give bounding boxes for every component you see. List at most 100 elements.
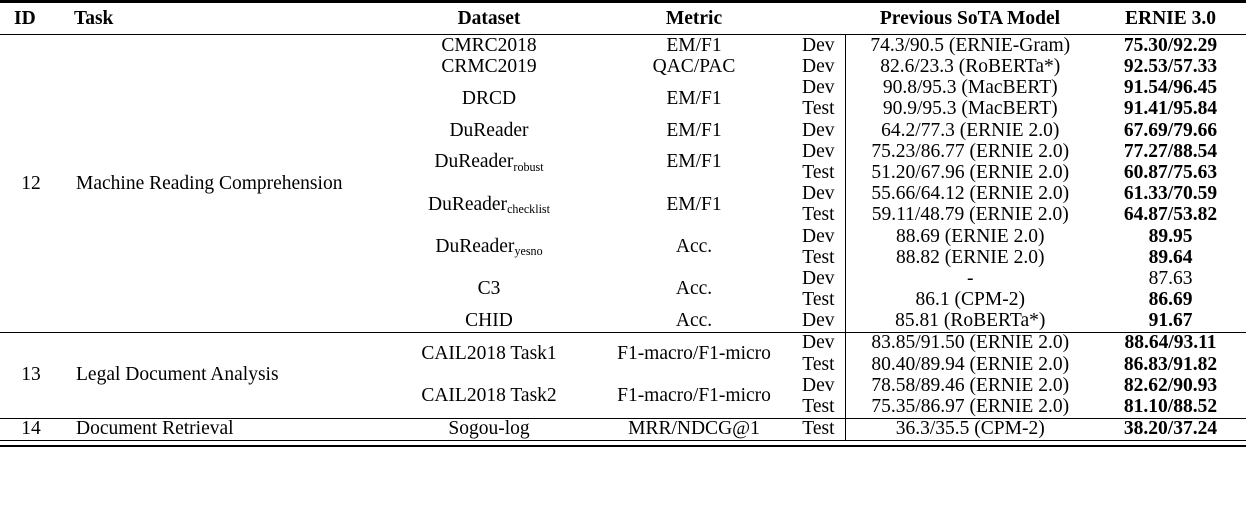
- cell-ernie-score: 81.10/88.52: [1123, 396, 1218, 418]
- cell-split: Dev: [802, 268, 835, 289]
- dataset-name: CMRC2018: [441, 34, 537, 56]
- cell-previous-sota: 78.58/89.46 (ERNIE 2.0): [844, 375, 1095, 397]
- cell-metric: Acc.: [675, 278, 713, 300]
- cell-metric: EM/F1: [666, 34, 722, 56]
- dataset-name: Sogou-log: [448, 418, 530, 440]
- cell-split: Test: [802, 396, 835, 418]
- cell-task-id: 12: [21, 172, 41, 194]
- cell-ernie-score: 86.69: [1148, 289, 1193, 311]
- dataset-name: DuReader: [428, 193, 508, 215]
- cell-ernie-score: 61.33/70.59: [1123, 183, 1218, 205]
- cell-metric: MRR/NDCG@1: [598, 417, 790, 441]
- cell-previous-sota: 82.6/23.3 (RoBERTa*): [844, 56, 1095, 78]
- cell-split: Test: [802, 289, 835, 311]
- dataset-name: DRCD: [461, 87, 517, 109]
- cell-ernie-score: 60.87/75.63: [1123, 162, 1218, 183]
- dataset-name: CHID: [465, 310, 513, 332]
- table-row: 14 Document Retrieval Sogou-log MRR/NDCG@1 T…: [0, 417, 1246, 441]
- column-header-split: [790, 7, 845, 36]
- cell-task-name: Legal Document Analysis: [62, 332, 380, 419]
- table-row: 12 Machine Reading Comprehension CMRC2018 E…: [0, 34, 1246, 193]
- cell-previous-sota: 83.85/91.50 (ERNIE 2.0): [844, 332, 1095, 355]
- cell-ernie-score: 91.67: [1148, 310, 1193, 332]
- cell-split: Dev: [802, 120, 835, 141]
- cell-ernie-score: 87.63: [1148, 268, 1193, 289]
- cell-previous-sota: 80.40/89.94 (ERNIE 2.0): [844, 354, 1095, 376]
- cell-split: Dev: [802, 183, 835, 205]
- cell-dataset: DuReader: [380, 120, 598, 141]
- cell-split: Test: [802, 99, 835, 120]
- cell-metric: EM/F1: [666, 87, 722, 109]
- cell-ernie-score: 82.62/90.93: [1123, 375, 1218, 396]
- cell-previous-sota: 74.3/90.5 (ERNIE-Gram): [844, 34, 1095, 57]
- cell-split: Dev: [802, 226, 835, 247]
- header-row: ID Task Dataset Metric Previous SoTA Mod…: [0, 7, 1246, 36]
- table-footer: [0, 440, 1246, 449]
- cell-metric: F1-macro/F1-micro: [617, 385, 771, 407]
- cell-previous-sota: 88.82 (ERNIE 2.0): [844, 247, 1095, 269]
- bottom-rule-outer: [0, 445, 1246, 449]
- cell-split: Dev: [802, 310, 835, 332]
- cell-ernie-score: 67.69/79.66: [1123, 120, 1218, 141]
- cell-previous-sota: 75.35/86.97 (ERNIE 2.0): [844, 396, 1095, 419]
- cell-split: Test: [802, 204, 835, 226]
- dataset-name: CAIL2018 Task1: [421, 343, 557, 365]
- cell-split: Dev: [802, 77, 835, 99]
- dataset-subscript: robust: [513, 159, 544, 174]
- cell-dataset: Sogou-log: [380, 417, 598, 441]
- dataset-name: C3: [477, 278, 501, 300]
- cell-dataset: CMRC2018: [380, 35, 598, 57]
- cell-previous-sota: 51.20/67.96 (ERNIE 2.0): [844, 162, 1095, 184]
- cell-split: Test: [790, 417, 845, 441]
- cell-ernie-score: 86.83/91.82: [1123, 354, 1218, 375]
- table-body: 12 Machine Reading Comprehension CMRC2018 E…: [0, 34, 1246, 441]
- cell-metric: F1-macro/F1-micro: [598, 332, 790, 376]
- cell-metric: EM/F1: [666, 120, 722, 141]
- cell-previous-sota: -: [844, 268, 1095, 290]
- cell-ernie-score: 75.30/92.29: [1123, 34, 1218, 56]
- cell-ernie-score: 38.20/37.24: [1095, 417, 1246, 441]
- cell-previous-sota: 36.3/35.5 (CPM-2): [844, 417, 1095, 441]
- column-header-previous-sota: Previous SoTA Model: [845, 7, 1095, 36]
- cell-metric: EM/F1: [666, 193, 722, 215]
- cell-split: Dev: [802, 56, 835, 78]
- cell-ernie-score: 91.54/96.45: [1123, 77, 1218, 99]
- cell-split: Dev: [790, 332, 845, 355]
- cell-previous-sota: 86.1 (CPM-2): [844, 289, 1095, 311]
- cell-metric: QAC/PAC: [652, 56, 736, 78]
- table-row: 13 Legal Document Analysis CAIL2018 Task1 F…: [0, 332, 1246, 419]
- cell-dataset: CAIL2018 Task1: [380, 332, 598, 376]
- dataset-subscript: checklist: [507, 202, 550, 217]
- cell-task-name: Document Retrieval: [62, 417, 380, 441]
- cell-previous-sota: 85.81 (RoBERTa*): [844, 310, 1095, 333]
- column-header-ernie: ERNIE 3.0: [1095, 7, 1246, 36]
- cell-task-name: Machine Reading Comprehension: [76, 172, 343, 194]
- cell-ernie-score: 89.64: [1148, 247, 1193, 268]
- dataset-name: DuReader: [435, 236, 515, 258]
- cell-previous-sota: 55.66/64.12 (ERNIE 2.0): [844, 183, 1095, 205]
- cell-dataset: DuReaderchecklist: [380, 184, 598, 226]
- cell-split: Dev: [802, 375, 835, 396]
- cell-ernie-score: 89.95: [1148, 226, 1193, 247]
- column-header-metric: Metric: [598, 7, 790, 36]
- table-header: ID Task Dataset Metric Previous SoTA Mod…: [0, 0, 1246, 36]
- cell-metric: EM/F1: [666, 151, 722, 173]
- cell-ernie-score: 91.41/95.84: [1123, 99, 1218, 120]
- cell-previous-sota: 64.2/77.3 (ERNIE 2.0): [844, 120, 1095, 142]
- cell-ernie-score: 77.27/88.54: [1123, 141, 1218, 162]
- cell-dataset: C3: [380, 269, 598, 311]
- cell-metric: Acc.: [675, 236, 713, 258]
- cell-ernie-score: 64.87/53.82: [1123, 204, 1218, 226]
- cell-ernie-score: 92.53/57.33: [1123, 56, 1218, 78]
- cell-split: Test: [802, 354, 835, 375]
- column-header-id: ID: [0, 7, 62, 36]
- dataset-subscript: yesno: [514, 244, 543, 259]
- cell-previous-sota: 59.11/48.79 (ERNIE 2.0): [844, 204, 1095, 227]
- cell-previous-sota: 90.9/95.3 (MacBERT): [844, 99, 1095, 121]
- dataset-name: DuReader: [449, 120, 529, 141]
- column-header-task: Task: [62, 7, 380, 36]
- cell-dataset: CAIL2018 Task2: [380, 375, 598, 418]
- cell-task-id: 14: [0, 417, 62, 441]
- dataset-name: CRMC2019: [441, 56, 537, 78]
- results-table-container: ID Task Dataset Metric Previous SoTA Mod…: [0, 0, 1246, 525]
